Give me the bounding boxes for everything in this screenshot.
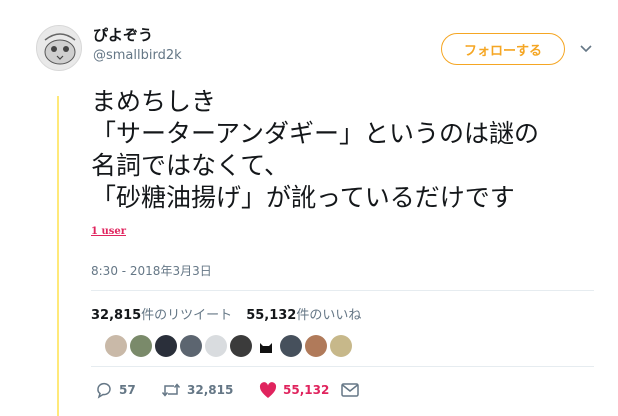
liker-avatar[interactable] bbox=[255, 335, 277, 357]
more-menu-chevron-down-icon[interactable] bbox=[578, 40, 594, 56]
liker-avatar[interactable] bbox=[330, 335, 352, 357]
retweet-button[interactable]: 32,815 bbox=[161, 381, 259, 399]
bird-avatar-icon bbox=[37, 26, 81, 70]
retweet-icon bbox=[161, 383, 181, 397]
tweet-timestamp[interactable]: 8:30 - 2018年3月3日 bbox=[91, 262, 212, 279]
follow-button[interactable]: フォローする bbox=[441, 33, 565, 65]
retweet-stat[interactable]: 32,815件のリツイート bbox=[91, 304, 232, 323]
liker-avatar[interactable] bbox=[205, 335, 227, 357]
liker-avatar[interactable] bbox=[105, 335, 127, 357]
like-stat[interactable]: 55,132件のいいね bbox=[246, 304, 361, 323]
thread-rail bbox=[57, 96, 59, 416]
reply-icon bbox=[97, 382, 111, 399]
like-count: 55,132 bbox=[283, 383, 330, 397]
liker-avatar[interactable] bbox=[180, 335, 202, 357]
tweet-actions: 57 32,815 55,132 bbox=[95, 381, 359, 399]
reply-count: 57 bbox=[119, 383, 136, 397]
envelope-icon bbox=[341, 383, 359, 397]
heart-icon bbox=[259, 381, 277, 398]
display-name[interactable]: ぴよぞう bbox=[93, 24, 153, 45]
direct-message-button[interactable] bbox=[341, 383, 359, 397]
tweet-text: まめちしき 「サーターアンダギー」というのは謎の 名詞ではなくて、 「砂糖油揚げ… bbox=[91, 87, 540, 212]
user-handle[interactable]: @smallbird2k bbox=[93, 48, 182, 63]
retweet-stat-label: 件のリツイート bbox=[141, 308, 233, 323]
like-stat-count: 55,132 bbox=[246, 308, 297, 323]
like-stat-label: 件のいいね bbox=[296, 308, 362, 323]
user-count-link[interactable]: 1 user bbox=[91, 226, 126, 237]
divider bbox=[91, 290, 594, 291]
like-button[interactable]: 55,132 bbox=[259, 381, 341, 399]
liker-avatar[interactable] bbox=[130, 335, 152, 357]
cat-silhouette-icon bbox=[260, 343, 272, 353]
avatar[interactable] bbox=[36, 25, 82, 71]
liker-avatar[interactable] bbox=[280, 335, 302, 357]
liker-avatars bbox=[105, 335, 352, 357]
liker-avatar[interactable] bbox=[305, 335, 327, 357]
divider bbox=[91, 366, 594, 367]
reply-button[interactable]: 57 bbox=[95, 381, 161, 399]
retweet-stat-count: 32,815 bbox=[91, 308, 142, 323]
engagement-stats: 32,815件のリツイート 55,132件のいいね bbox=[91, 304, 361, 323]
liker-avatar[interactable] bbox=[155, 335, 177, 357]
liker-avatar[interactable] bbox=[230, 335, 252, 357]
retweet-count: 32,815 bbox=[187, 383, 234, 397]
